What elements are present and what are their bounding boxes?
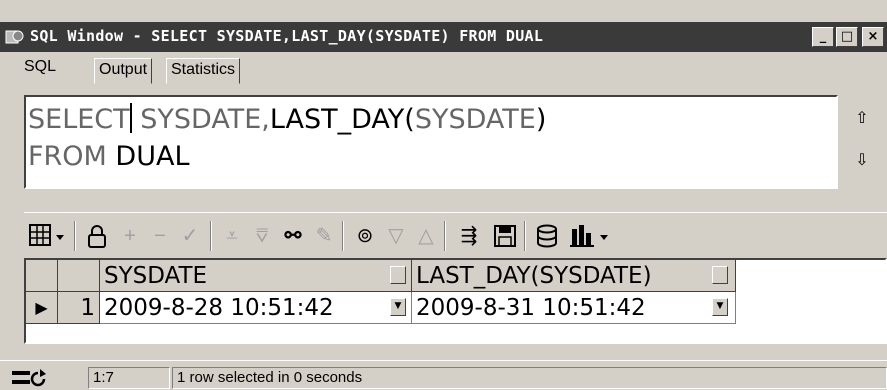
sql-table: DUAL (106, 141, 190, 172)
sql-paren: ) (535, 104, 547, 135)
save-icon[interactable] (490, 221, 520, 251)
grid-cell[interactable]: 2009-8-28 10:51:42 ▼ (100, 292, 412, 324)
result-grid[interactable]: SYSDATE LAST_DAY(SYSDATE) ▶ 1 2009-8-28 … (24, 258, 887, 344)
filter-icon[interactable]: ⩡ (218, 221, 246, 251)
grid-corner (26, 260, 58, 292)
sql-editor[interactable]: SELECT SYSDATE,LAST_DAY(SYSDATE) FROM DU… (24, 95, 838, 189)
title-bar[interactable]: SQL Window - SELECT SYSDATE,LAST_DAY(SYS… (0, 22, 887, 52)
chart-icon[interactable] (568, 221, 614, 251)
status-message: 1 row selected in 0 seconds (172, 367, 887, 389)
post-record-icon[interactable]: ✓ (176, 221, 204, 251)
next-statement-icon[interactable]: ⇩ (850, 150, 874, 172)
clear-filter-icon[interactable]: ⩢ (248, 221, 276, 251)
minimize-button[interactable]: _ (812, 27, 834, 47)
sql-window: SQL Window - SELECT SYSDATE,LAST_DAY(SYS… (0, 0, 887, 390)
window-title: SQL Window - SELECT SYSDATE,LAST_DAY(SYS… (30, 27, 544, 45)
sql-keyword: FROM (28, 141, 107, 172)
find-icon[interactable]: ⚯ (278, 221, 308, 251)
grid-menu-icon[interactable] (28, 221, 68, 251)
column-header-label: SYSDATE (104, 263, 208, 289)
delete-record-icon[interactable]: − (146, 221, 174, 251)
row-number[interactable]: 1 (58, 292, 100, 324)
sql-argument: SYSDATE (414, 104, 536, 135)
sql-line-1: SELECT SYSDATE,LAST_DAY(SYSDATE) (28, 101, 836, 138)
column-header-sysdate[interactable]: SYSDATE (100, 260, 412, 292)
export-icon[interactable]: ⇶ (452, 221, 486, 251)
status-bar: 1:7 1 row selected in 0 seconds (0, 360, 887, 390)
grid-cell[interactable]: 2009-8-31 10:51:42 ▼ (412, 292, 736, 324)
tab-sql[interactable]: SQL (20, 54, 61, 86)
modified-indicator-icon (12, 369, 46, 387)
tab-output[interactable]: Output (94, 58, 153, 84)
next-page-icon[interactable]: ▽ (382, 221, 410, 251)
column-header-label: LAST_DAY(SYSDATE) (416, 263, 652, 289)
column-header-last-day[interactable]: LAST_DAY(SYSDATE) (412, 260, 736, 292)
toolbar-separator (444, 221, 446, 251)
add-record-icon[interactable]: + (116, 221, 144, 251)
toolbar-separator (342, 221, 344, 251)
maximize-button[interactable]: □ (836, 27, 858, 47)
clear-find-icon[interactable]: ✎ (310, 221, 338, 251)
query-by-example-icon[interactable]: ⊚ (350, 221, 380, 251)
toolbar-separator (524, 221, 526, 251)
result-toolbar: + − ✓ ⩡ ⩢ ⚯ ✎ ⊚ ▽ △ ⇶ (24, 212, 887, 256)
previous-page-icon[interactable]: △ (412, 221, 440, 251)
sql-function: LAST_DAY( (269, 104, 415, 135)
lock-icon[interactable] (82, 221, 112, 251)
sql-line-2: FROM DUAL (28, 138, 836, 175)
tab-statistics[interactable]: Statistics (166, 58, 241, 84)
cursor-position: 1:7 (88, 367, 170, 389)
cell-dropdown-icon[interactable]: ▼ (390, 298, 406, 316)
cell-value: 2009-8-31 10:51:42 (416, 295, 646, 321)
row-indicator-icon[interactable]: ▶ (26, 292, 58, 324)
toolbar-separator (210, 221, 212, 251)
column-sort-button[interactable] (390, 266, 406, 284)
sql-identifier: SYSDATE, (131, 104, 270, 135)
sql-keyword: SELECT (28, 104, 130, 135)
toolbar-separator (74, 221, 76, 251)
tab-strip: SQL Output Statistics (0, 54, 887, 88)
previous-statement-icon[interactable]: ⇧ (850, 108, 874, 130)
cell-value: 2009-8-28 10:51:42 (104, 295, 334, 321)
column-sort-button[interactable] (712, 266, 728, 284)
cell-dropdown-icon[interactable]: ▼ (712, 298, 728, 316)
sql-window-icon (5, 30, 24, 44)
grid-rownum-header (58, 260, 100, 292)
close-button[interactable]: × (862, 27, 884, 47)
database-icon[interactable] (532, 221, 562, 251)
